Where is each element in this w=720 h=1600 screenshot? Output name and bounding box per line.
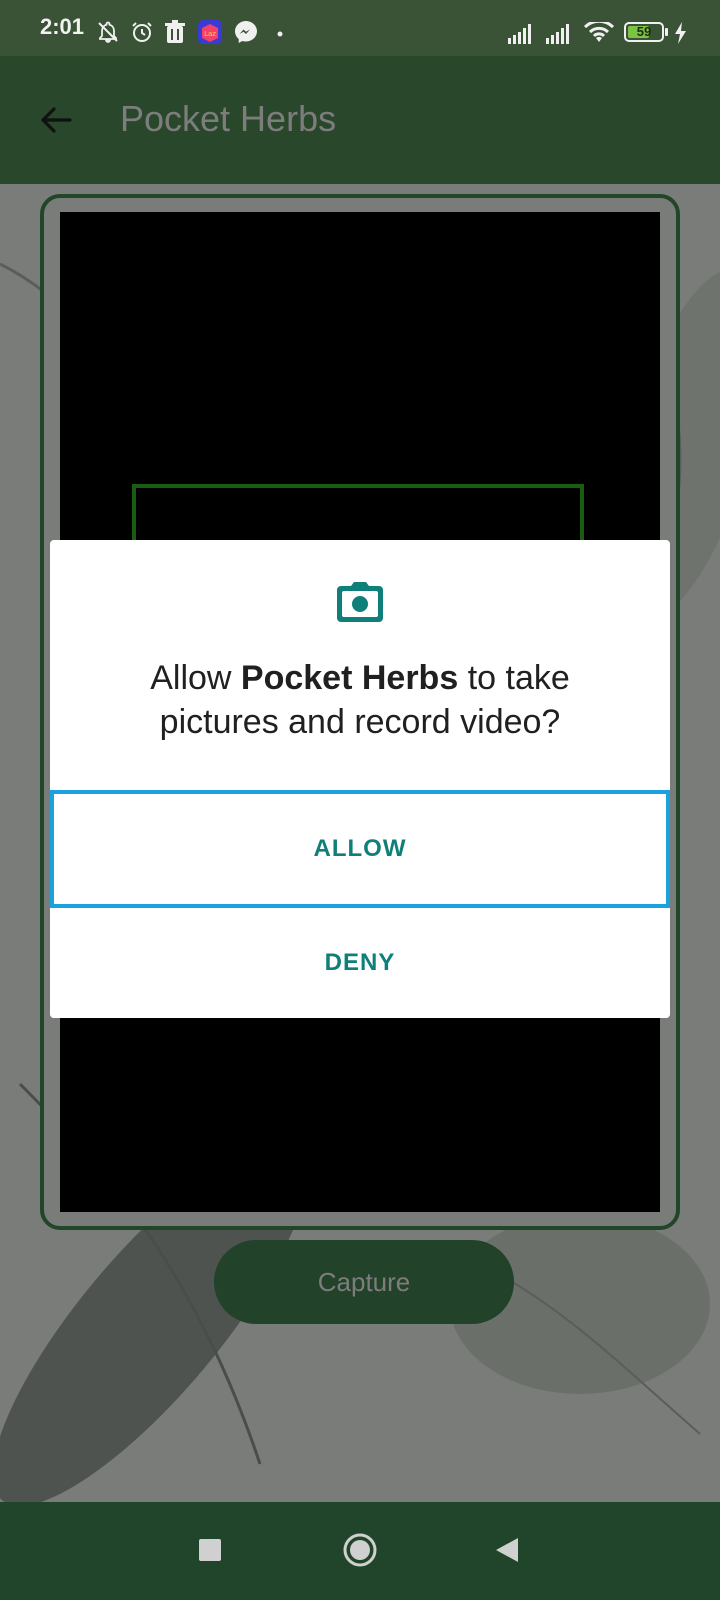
dot-icon <box>277 31 283 37</box>
battery-tip <box>665 28 668 36</box>
dialog-app-name: Pocket Herbs <box>240 659 459 697</box>
capture-button[interactable]: Capture <box>214 1240 514 1324</box>
deny-button[interactable]: DENY <box>50 908 670 1018</box>
camera-icon <box>337 582 383 622</box>
app-bar <box>0 56 720 184</box>
square-icon[interactable] <box>198 1538 222 1562</box>
dialog-message: Allow Pocket Herbs to take pictures and … <box>90 656 630 744</box>
app-title: Pocket Herbs <box>120 98 337 139</box>
svg-text:Laz: Laz <box>204 30 216 38</box>
wifi-icon <box>584 22 614 42</box>
signal-icon <box>508 24 531 44</box>
dialog-message-prefix: Allow <box>150 659 241 697</box>
messenger-icon <box>235 21 257 43</box>
alarm-icon <box>132 22 152 42</box>
charging-icon <box>675 22 686 44</box>
battery-icon: 59 <box>624 22 664 42</box>
allow-button[interactable]: ALLOW <box>50 790 670 908</box>
arrow-left-icon[interactable] <box>36 100 76 140</box>
status-bar: 2:01 Laz 59 <box>0 0 720 56</box>
circle-icon[interactable] <box>342 1532 378 1568</box>
battery-level: 59 <box>636 24 652 39</box>
trash-icon <box>165 20 185 43</box>
navigation-bar <box>0 1502 720 1600</box>
triangle-back-icon[interactable] <box>494 1536 520 1564</box>
lazada-icon: Laz <box>198 20 222 44</box>
status-time: 2:01 <box>40 14 85 39</box>
notifications-off-icon <box>98 21 118 43</box>
permission-dialog: Allow Pocket Herbs to take pictures and … <box>50 540 670 1018</box>
signal-icon <box>546 24 569 44</box>
